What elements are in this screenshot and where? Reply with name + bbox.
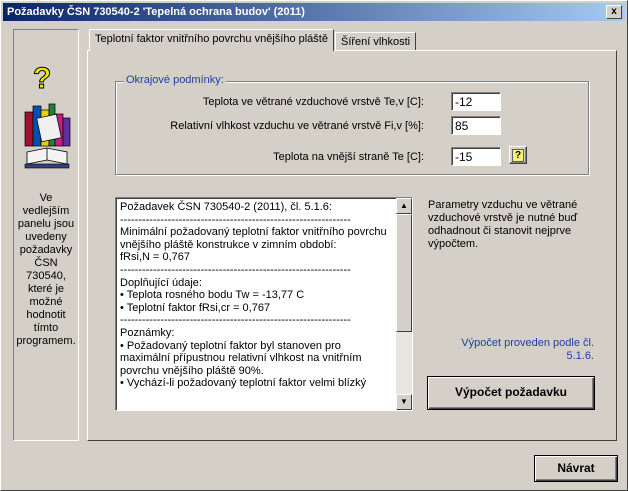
air-params-note: Parametry vzduchu ve větrané vzduchové v…: [428, 199, 578, 250]
close-button[interactable]: x: [606, 5, 622, 19]
scroll-up-icon[interactable]: ▲: [396, 198, 412, 214]
external-temp-input[interactable]: [451, 147, 501, 166]
back-button[interactable]: Návrat: [534, 455, 618, 482]
dialog-window: Požadavky ČSN 730540-2 'Tepelná ochrana …: [0, 0, 628, 491]
books-help-icon: ?: [24, 62, 71, 169]
left-info-panel: ? Ve vedlejším panelu jsou uvedeny požad…: [13, 29, 79, 441]
help-button[interactable]: ?: [509, 146, 527, 164]
memo-scrollbar[interactable]: ▲ ▼: [396, 198, 412, 410]
help-icon: ?: [512, 149, 524, 162]
scroll-down-icon[interactable]: ▼: [396, 394, 412, 410]
window-title: Požadavky ČSN 730540-2 'Tepelná ochrana …: [7, 6, 305, 18]
calculation-status: Výpočet proveden podle čl. 5.1.6.: [461, 337, 594, 362]
tab-temperature-factor[interactable]: Teplotní faktor vnitřního povrchu vnější…: [89, 29, 334, 51]
scroll-thumb[interactable]: [396, 214, 412, 332]
external-temp-label: Teplota na vnější straně Te [C]:: [273, 151, 424, 163]
memo-text: Požadavek ČSN 730540-2 (2011), čl. 5.1.6…: [120, 201, 387, 390]
requirements-memo[interactable]: Požadavek ČSN 730540-2 (2011), čl. 5.1.6…: [115, 197, 413, 411]
ventilated-layer-temp-input[interactable]: [451, 92, 501, 111]
boundary-conditions-group: Okrajové podmínky: Teplota ve větrané vz…: [115, 74, 589, 175]
calculate-requirement-button[interactable]: Výpočet požadavku: [427, 376, 595, 410]
svg-text:?: ?: [33, 62, 51, 95]
ventilated-layer-temp-label: Teplota ve větrané vzduchové vrstvě Te,v…: [202, 96, 424, 108]
tab-page: Okrajové podmínky: Teplota ve větrané vz…: [87, 50, 617, 441]
title-bar[interactable]: Požadavky ČSN 730540-2 'Tepelná ochrana …: [3, 3, 625, 21]
group-legend: Okrajové podmínky:: [124, 74, 226, 86]
tab-moisture-spread[interactable]: Šíření vlhkosti: [335, 32, 417, 52]
ventilated-layer-humidity-input[interactable]: [451, 116, 501, 135]
ventilated-layer-humidity-label: Relativní vlhkost vzduchu ve větrané vrs…: [170, 120, 424, 132]
left-panel-text: Ve vedlejším panelu jsou uvedeny požadav…: [16, 192, 76, 347]
